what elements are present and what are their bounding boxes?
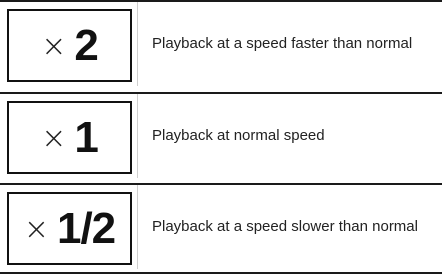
speed-description: Playback at normal speed [152, 127, 325, 144]
speed-badge-1x: × 1 [7, 101, 132, 174]
speed-value: 1 [74, 112, 99, 162]
playback-speed-table: × 2 Playback at a speed faster than norm… [0, 0, 442, 274]
badge-cell: × 2 [0, 2, 138, 86]
speed-badge-half: × 1/2 [7, 192, 132, 265]
speed-description: Playback at a speed slower than normal [152, 218, 418, 235]
multiply-sign: × [41, 120, 67, 156]
badge-cell: × 1 [0, 94, 138, 178]
table-row-speed-2x: × 2 Playback at a speed faster than norm… [0, 0, 442, 86]
table-row-speed-half: × 1/2 Playback at a speed slower than no… [0, 183, 442, 269]
badge-cell: × 1/2 [0, 185, 138, 269]
multiply-sign: × [23, 211, 49, 247]
multiply-sign: × [41, 28, 67, 64]
speed-value: 1/2 [56, 203, 116, 253]
speed-description: Playback at a speed faster than normal [152, 35, 413, 52]
table-row-speed-1x: × 1 Playback at normal speed [0, 92, 442, 178]
speed-badge-2x: × 2 [7, 9, 132, 82]
speed-value: 2 [74, 20, 99, 70]
